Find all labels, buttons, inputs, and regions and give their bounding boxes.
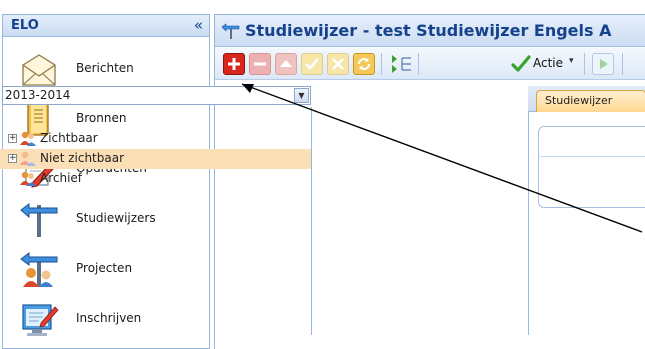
toolbar: Actie ▾ xyxy=(215,48,645,80)
tree-label-niet-zichtbaar: Niet zichtbaar xyxy=(40,151,125,165)
approve-button[interactable] xyxy=(301,53,323,75)
play-icon xyxy=(600,59,608,69)
tab-area: Studiewijzer xyxy=(528,86,645,335)
chevron-down-icon: ▾ xyxy=(569,56,574,66)
approve-icon xyxy=(305,58,319,70)
tree-label-zichtbaar: Zichtbaar xyxy=(40,131,98,145)
nav-label-berichten: Berichten xyxy=(76,61,134,75)
user-group-icon xyxy=(20,171,36,186)
tree-item-archief[interactable]: Archief xyxy=(0,169,311,189)
remove-button[interactable] xyxy=(249,53,271,75)
expand-icon[interactable]: + xyxy=(8,154,17,163)
tree-structure-button[interactable] xyxy=(389,53,411,75)
expand-icon[interactable]: + xyxy=(8,134,17,143)
move-up-button[interactable] xyxy=(275,53,297,75)
add-button[interactable] xyxy=(223,53,245,75)
dropdown-arrow-icon[interactable]: ▼ xyxy=(294,88,309,103)
tab-strip: Studiewijzer xyxy=(528,86,645,112)
delete-button[interactable] xyxy=(327,53,349,75)
add-icon xyxy=(228,58,240,70)
elo-title: ELO xyxy=(11,18,39,33)
actie-label: Actie xyxy=(533,56,564,70)
checkmark-icon xyxy=(511,55,531,72)
delete-icon xyxy=(332,58,344,70)
collapse-panel-button[interactable]: « xyxy=(194,16,203,34)
remove-icon xyxy=(254,62,266,66)
tree-item-niet-zichtbaar[interactable]: + Niet zichtbaar xyxy=(0,149,311,169)
toolbar-separator xyxy=(381,53,382,75)
tree-item-zichtbaar[interactable]: + Zichtbaar xyxy=(0,129,311,149)
window-titlebar: Studiewijzer - test Studiewijzer Engels … xyxy=(215,15,645,47)
user-group-faded-icon xyxy=(20,151,36,166)
studiewijzer-tree: + Zichtbaar + Niet zichtbaar Archief xyxy=(0,107,312,335)
toolbar-separator xyxy=(418,53,419,75)
tab-label: Studiewijzer xyxy=(545,94,613,107)
elo-header: ELO « xyxy=(3,15,209,37)
tab-body xyxy=(528,112,645,335)
tree-structure-icon xyxy=(392,55,411,73)
refresh-icon xyxy=(358,58,370,70)
envelope-icon xyxy=(22,54,56,86)
panel-divider xyxy=(538,156,645,157)
window-title: Studiewijzer - test Studiewijzer Engels … xyxy=(245,21,612,40)
signpost-icon xyxy=(221,23,240,39)
tab-studiewijzer[interactable]: Studiewijzer xyxy=(536,90,645,112)
refresh-button[interactable] xyxy=(353,53,375,75)
play-button[interactable] xyxy=(592,53,614,75)
toolbar-separator xyxy=(584,53,585,75)
tree-label-archief: Archief xyxy=(40,171,83,185)
toolbar-separator xyxy=(622,53,623,75)
user-group-icon xyxy=(20,131,36,146)
move-up-icon xyxy=(280,60,292,67)
school-year-select[interactable]: 2013-2014 ▼ xyxy=(2,86,311,105)
school-year-value: 2013-2014 xyxy=(5,88,71,102)
content-panel xyxy=(538,126,645,208)
